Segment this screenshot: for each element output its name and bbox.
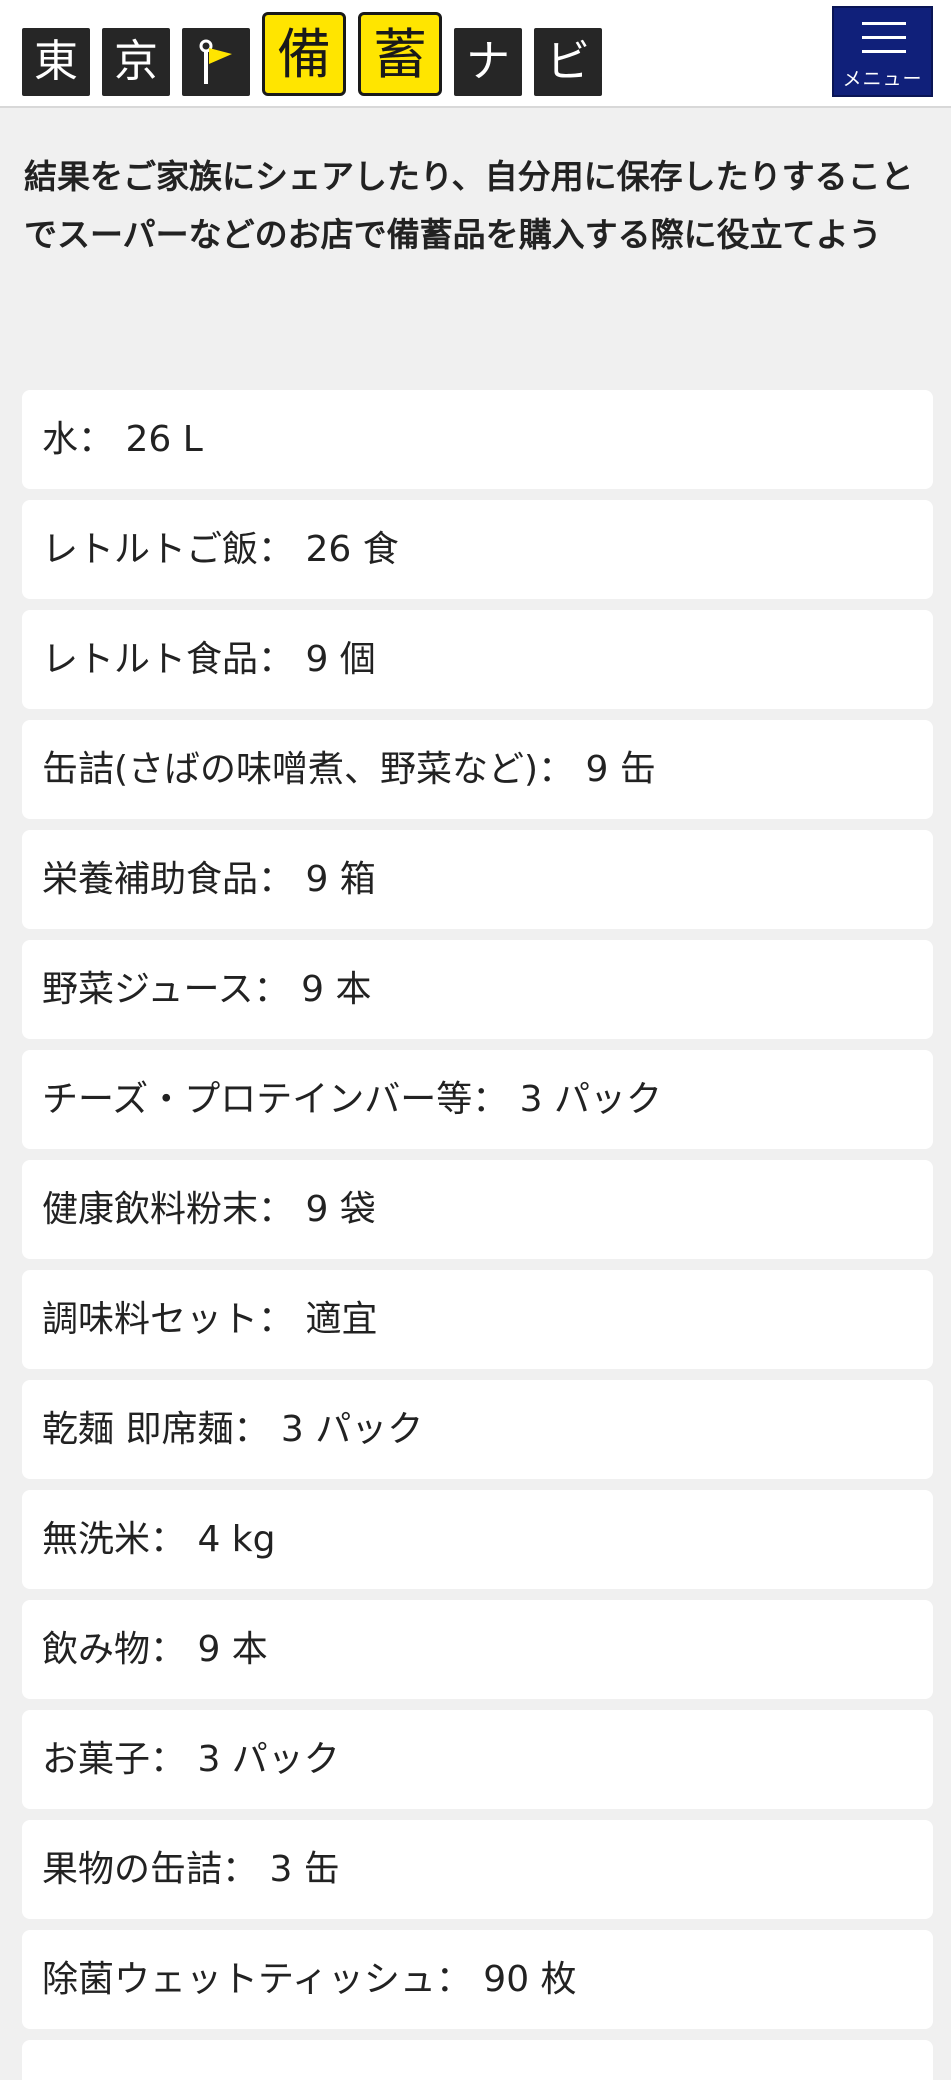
list-item: レトルトご飯： 26 食 (22, 500, 933, 599)
list-item: 水： 26 L (22, 390, 933, 489)
list-item: 飲み物： 9 本 (22, 1600, 933, 1699)
list-item: 調味料セット： 適宜 (22, 1270, 933, 1369)
list-item: 健康飲料粉末： 9 袋 (22, 1160, 933, 1259)
menu-label: メニュー (842, 68, 923, 90)
flag-icon (182, 28, 250, 96)
logo-tile-bi: 備 (262, 12, 346, 96)
tokyo-bichiku-navi-logo[interactable]: 東 京 備 蓄 ナ ビ (22, 10, 614, 96)
list-item: 果物の缶詰： 3 缶 (22, 1820, 933, 1919)
list-item: レトルト食品： 9 個 (22, 610, 933, 709)
list-item: 栄養補助食品： 9 箱 (22, 830, 933, 929)
hamburger-icon (862, 22, 906, 64)
list-item-partial (22, 2040, 933, 2080)
logo-tile-chiku: 蓄 (358, 12, 442, 96)
logo-tile-kyo: 京 (102, 28, 170, 96)
list-item: 野菜ジュース： 9 本 (22, 940, 933, 1039)
logo-tile-to: 東 (22, 28, 90, 96)
list-item: お菓子： 3 パック (22, 1710, 933, 1809)
logo-tile-bi-kana: ビ (534, 28, 602, 96)
logo-tile-na: ナ (454, 28, 522, 96)
intro-text: 結果をご家族にシェアしたり、自分用に保存したりすることでスーパーなどのお店で備蓄… (24, 157, 914, 254)
menu-button[interactable]: メニュー (832, 6, 933, 97)
list-item: 除菌ウェットティッシュ： 90 枚 (22, 1930, 933, 2029)
stockpile-result-list: 水： 26 L レトルトご飯： 26 食 レトルト食品： 9 個 缶詰(さばの味… (22, 390, 933, 2080)
list-item: チーズ・プロテインバー等： 3 パック (22, 1050, 933, 1149)
list-item: 無洗米： 4 kg (22, 1490, 933, 1589)
list-item: 缶詰(さばの味噌煮、野菜など)： 9 缶 (22, 720, 933, 819)
list-item: 乾麺 即席麺： 3 パック (22, 1380, 933, 1479)
site-header: 東 京 備 蓄 ナ ビ メニュー (0, 0, 951, 108)
